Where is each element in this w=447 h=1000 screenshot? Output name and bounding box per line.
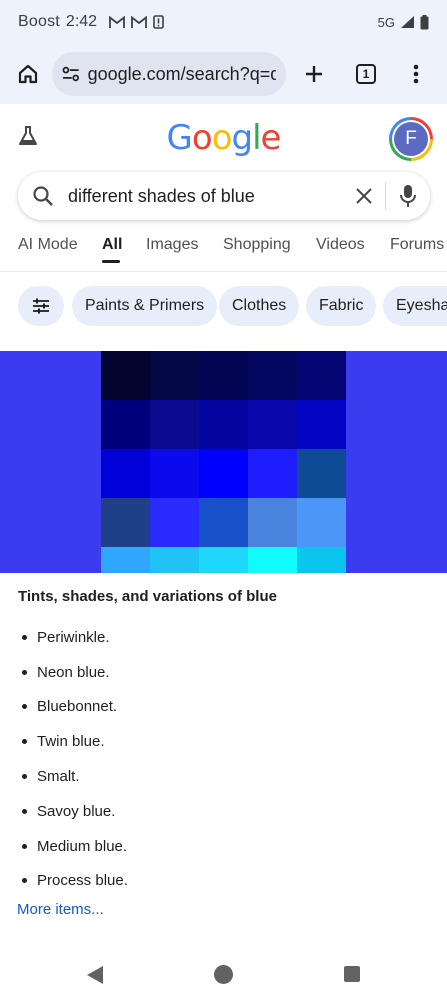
list-item: Process blue.	[18, 864, 418, 899]
color-swatch	[101, 547, 150, 573]
color-swatch	[248, 351, 297, 400]
google-logo[interactable]: Google	[0, 118, 447, 158]
more-vert-icon	[413, 64, 419, 84]
color-swatch	[297, 449, 346, 498]
logo-letter: G	[166, 118, 193, 158]
color-swatch	[101, 400, 150, 449]
color-swatch	[150, 547, 199, 573]
color-swatch	[101, 498, 150, 547]
url-text: google.com/search?q=d	[87, 63, 276, 84]
gmail-icon	[109, 15, 125, 28]
logo-letter: o	[191, 118, 213, 158]
browser-toolbar: google.com/search?q=d 1	[0, 44, 447, 104]
search-box[interactable]: different shades of blue	[18, 172, 430, 220]
google-header: Google F	[0, 112, 447, 168]
color-swatch	[199, 547, 248, 573]
list-item: Bluebonnet.	[18, 690, 418, 725]
color-swatch	[248, 547, 297, 573]
result-image[interactable]	[0, 351, 447, 573]
more-items-link[interactable]: More items...	[17, 901, 104, 918]
list-item: Savoy blue.	[18, 794, 418, 829]
color-swatch	[101, 449, 150, 498]
filter-settings-chip[interactable]	[18, 286, 64, 326]
list-item: Neon blue.	[18, 655, 418, 690]
clock: 2:42	[65, 13, 98, 30]
battery-icon	[420, 14, 429, 29]
color-swatch	[150, 351, 199, 400]
color-swatch	[297, 498, 346, 547]
color-swatch	[150, 498, 199, 547]
color-swatch	[248, 449, 297, 498]
sim-alert-icon	[153, 15, 164, 29]
status-bar: Boost 2:42 5G	[0, 0, 447, 44]
tab-ai-mode[interactable]: AI Mode	[18, 236, 78, 254]
logo-letter: o	[211, 118, 233, 158]
tab-all[interactable]: All	[102, 236, 122, 254]
new-tab-button[interactable]	[296, 56, 332, 92]
shade-list: Periwinkle. Neon blue. Bluebonnet. Twin …	[18, 620, 418, 898]
tune-icon	[33, 298, 49, 314]
system-indicators: 5G	[377, 14, 429, 30]
close-icon[interactable]	[355, 187, 373, 205]
site-settings-icon	[62, 66, 80, 82]
search-divider	[385, 182, 386, 210]
network-type: 5G	[377, 14, 395, 30]
tab-switcher-button[interactable]: 1	[348, 56, 384, 92]
color-swatch	[297, 400, 346, 449]
logo-letter: g	[231, 118, 254, 158]
home-icon	[18, 64, 38, 84]
color-swatch	[199, 498, 248, 547]
logo-letter: l	[252, 118, 262, 158]
list-item: Twin blue.	[18, 724, 418, 759]
home-button[interactable]	[10, 56, 46, 92]
tab-forums[interactable]: Forums	[390, 236, 444, 254]
color-swatch	[199, 351, 248, 400]
tab-shopping[interactable]: Shopping	[223, 236, 291, 254]
color-swatch	[150, 400, 199, 449]
microphone-icon[interactable]	[400, 184, 416, 208]
tab-count: 1	[356, 64, 376, 84]
plus-icon	[306, 66, 322, 82]
system-nav-bar	[0, 950, 447, 1000]
color-swatch-grid	[101, 351, 346, 573]
color-swatch	[248, 400, 297, 449]
search-query[interactable]: different shades of blue	[68, 186, 355, 207]
chip-paints-primers[interactable]: Paints & Primers	[72, 286, 218, 326]
signal-icon	[401, 16, 414, 28]
search-icon	[33, 186, 53, 206]
search-tabs: AI Mode All Images Shopping Videos Forum…	[0, 226, 447, 272]
color-swatch	[150, 449, 199, 498]
color-swatch	[248, 498, 297, 547]
chip-eyeshadow[interactable]: Eyeshad	[383, 286, 447, 326]
filter-chips: Paints & Primers Clothes Fabric Eyeshad	[0, 286, 447, 328]
notification-icons	[109, 15, 164, 29]
color-swatch	[199, 449, 248, 498]
color-swatch	[101, 351, 150, 400]
list-item: Periwinkle.	[18, 620, 418, 655]
chip-fabric[interactable]: Fabric	[306, 286, 377, 326]
avatar-letter: F	[394, 122, 428, 156]
tab-videos[interactable]: Videos	[316, 236, 365, 254]
list-item: Smalt.	[18, 759, 418, 794]
address-bar[interactable]: google.com/search?q=d	[52, 52, 286, 96]
back-icon[interactable]	[86, 965, 104, 985]
recents-icon[interactable]	[344, 966, 360, 982]
color-swatch	[199, 400, 248, 449]
browser-menu-button[interactable]	[398, 56, 434, 92]
active-tab-indicator	[102, 260, 120, 263]
home-nav-icon[interactable]	[214, 965, 233, 984]
color-swatch	[297, 351, 346, 400]
account-avatar[interactable]: F	[389, 117, 433, 161]
snippet-title: Tints, shades, and variations of blue	[18, 588, 277, 605]
color-swatch	[297, 547, 346, 573]
carrier-name: Boost	[18, 13, 60, 30]
list-item: Medium blue.	[18, 829, 418, 864]
tab-images[interactable]: Images	[146, 236, 198, 254]
logo-letter: e	[260, 118, 282, 158]
chip-clothes[interactable]: Clothes	[219, 286, 300, 326]
gmail-icon	[131, 15, 147, 28]
